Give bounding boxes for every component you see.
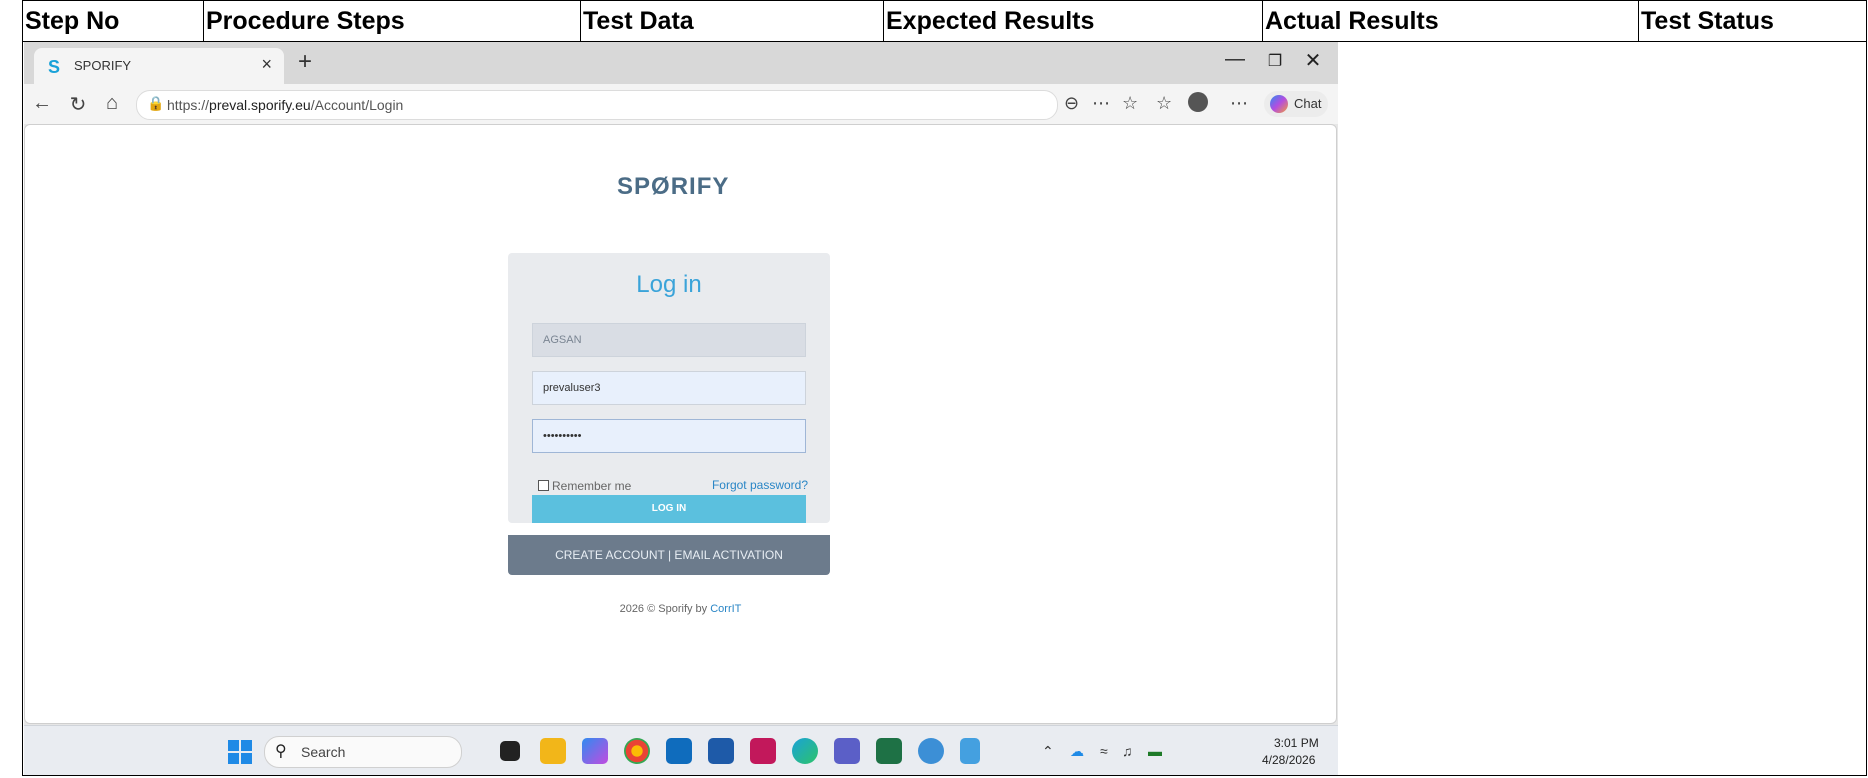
volume-icon[interactable]: ♫ xyxy=(1122,743,1133,759)
browser-toolbar: ← ↻ ⌂ 🔒 https://preval.sporify.eu/Accoun… xyxy=(24,84,1338,124)
intellij-icon[interactable] xyxy=(750,738,776,764)
browser-tabbar: S SPORIFY × + — ❐ ✕ xyxy=(24,42,1338,84)
table-header-row: Step No Procedure Steps Test Data Expect… xyxy=(23,1,1866,42)
back-icon[interactable]: ← xyxy=(30,92,54,115)
password-field[interactable]: •••••••••• xyxy=(532,419,806,453)
search-label: Search xyxy=(301,744,346,760)
refresh-icon[interactable]: ↻ xyxy=(66,92,90,117)
taskbar-search[interactable]: ⚲ Search xyxy=(264,736,462,768)
onedrive-icon[interactable]: ☁ xyxy=(1070,743,1084,760)
clock-time[interactable]: 3:01 PM xyxy=(1274,736,1319,750)
remember-label: Remember me xyxy=(552,479,632,493)
search-icon: ⚲ xyxy=(275,743,287,760)
company-field[interactable]: AGSAN xyxy=(532,323,806,357)
clock-date[interactable]: 4/28/2026 xyxy=(1262,753,1315,767)
tray-chevron-icon[interactable]: ⌃ xyxy=(1042,743,1054,760)
excel-icon[interactable] xyxy=(876,738,902,764)
header-actual-results: Actual Results xyxy=(1265,7,1439,35)
web-page: SPØRIFY Log in AGSAN prevaluser3 •••••••… xyxy=(24,124,1337,724)
windows-taskbar: ⚲ Search ⌃ ☁ ≈ ♫ ▬ 3:01 PM 4/28/2026 xyxy=(24,725,1338,775)
outlook-icon[interactable] xyxy=(666,738,692,764)
profile-avatar-icon[interactable] xyxy=(1188,92,1208,112)
lock-icon: 🔒 xyxy=(147,95,165,111)
home-icon[interactable]: ⌂ xyxy=(100,92,124,115)
header-expected-results: Expected Results xyxy=(886,7,1095,35)
chat-label: Chat xyxy=(1294,96,1322,111)
copilot-chat-button[interactable]: Chat xyxy=(1264,91,1328,117)
close-tab-icon[interactable]: × xyxy=(261,54,272,75)
edge-dev-icon[interactable] xyxy=(918,738,944,764)
header-procedure-steps: Procedure Steps xyxy=(206,7,405,35)
teams-icon[interactable] xyxy=(834,738,860,764)
tab-title: SPORIFY xyxy=(74,58,132,73)
embedded-screenshot: S SPORIFY × + — ❐ ✕ ← ↻ ⌂ 🔒 https://prev… xyxy=(24,42,1338,775)
chrome-icon[interactable] xyxy=(624,738,650,764)
copilot-icon xyxy=(1270,95,1288,113)
sporify-favicon-icon: S xyxy=(48,57,61,77)
wifi-icon[interactable]: ≈ xyxy=(1100,743,1108,759)
corrit-link[interactable]: CorrIT xyxy=(710,603,741,615)
restore-icon[interactable]: ❐ xyxy=(1260,51,1290,71)
file-explorer-icon[interactable] xyxy=(540,738,566,764)
zoom-icon[interactable]: ⊖ xyxy=(1064,93,1079,114)
create-account-link[interactable]: CREATE ACCOUNT | EMAIL ACTIVATION xyxy=(508,535,830,575)
browser-tab[interactable]: S SPORIFY × xyxy=(34,48,284,84)
login-title: Log in xyxy=(636,271,702,298)
username-field[interactable]: prevaluser3 xyxy=(532,371,806,405)
windows-start-icon[interactable] xyxy=(228,740,252,764)
test-case-table: Step No Procedure Steps Test Data Expect… xyxy=(22,0,1867,776)
login-button[interactable]: LOG IN xyxy=(532,495,806,523)
menu-dots-icon[interactable]: ⋯ xyxy=(1230,93,1248,114)
favorite-star-icon[interactable]: ☆ xyxy=(1122,93,1138,114)
header-test-data: Test Data xyxy=(583,7,694,35)
header-step-no: Step No xyxy=(25,7,120,35)
remember-checkbox[interactable] xyxy=(538,480,549,491)
m365-icon[interactable] xyxy=(582,738,608,764)
address-bar[interactable]: 🔒 https://preval.sporify.eu/Account/Logi… xyxy=(136,90,1058,120)
edge-icon[interactable] xyxy=(792,738,818,764)
battery-icon[interactable]: ▬ xyxy=(1148,743,1162,759)
url-text: https://preval.sporify.eu/Account/Login xyxy=(167,97,404,113)
store-icon[interactable] xyxy=(708,738,734,764)
task-view-icon[interactable] xyxy=(500,741,520,761)
close-window-icon[interactable]: ✕ xyxy=(1298,48,1328,73)
forgot-password-link[interactable]: Forgot password? xyxy=(712,478,808,492)
more-in-url-icon[interactable]: ⋯ xyxy=(1092,93,1110,114)
new-tab-icon[interactable]: + xyxy=(298,48,312,76)
login-card: Log in AGSAN prevaluser3 •••••••••• Reme… xyxy=(508,253,830,575)
remember-me[interactable]: Remember me xyxy=(538,479,631,493)
minimize-icon[interactable]: — xyxy=(1220,48,1250,71)
copyright-text: 2026 © Sporify by CorrIT xyxy=(619,603,742,615)
favorites-list-icon[interactable]: ☆ xyxy=(1156,93,1172,114)
header-test-status: Test Status xyxy=(1641,7,1774,35)
sporify-logo: SPØRIFY xyxy=(617,173,730,200)
notepad-icon[interactable] xyxy=(960,738,980,764)
